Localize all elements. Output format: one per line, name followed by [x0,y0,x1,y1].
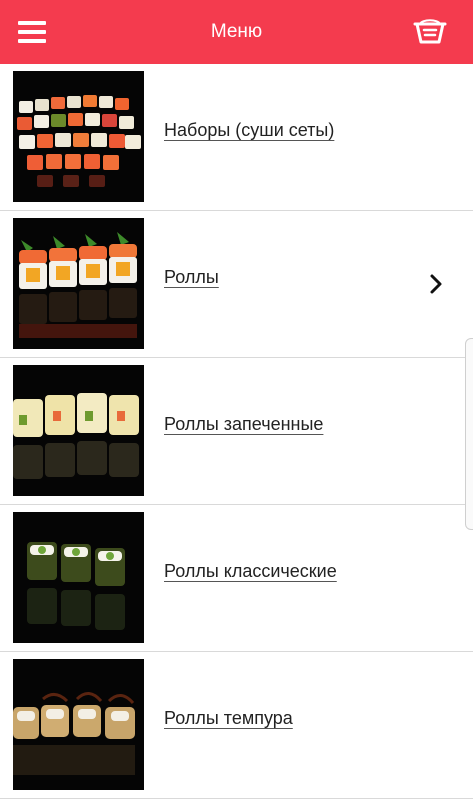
tempura-rolls-photo [13,659,144,790]
category-label: Роллы запеченные [164,414,324,434]
top-app-bar: Меню [0,0,473,64]
sushi-set-photo [13,71,144,202]
baked-rolls-photo [13,365,144,496]
page-title: Меню [210,21,263,42]
category-list: Наборы (суши сеты) Роллы Роллы запеченны… [0,64,473,799]
category-label: Роллы классические [164,561,337,581]
category-label: Наборы (суши сеты) [164,120,335,140]
category-item-tempura-rolls[interactable]: Роллы темпура [0,652,473,799]
category-label: Роллы темпура [164,708,293,728]
basket-icon[interactable] [413,17,447,45]
category-item-baked-rolls[interactable]: Роллы запеченные [0,358,473,505]
category-item-sets[interactable]: Наборы (суши сеты) [0,64,473,211]
chevron-right-icon[interactable] [428,273,444,295]
category-item-rolls[interactable]: Роллы [0,211,473,358]
hamburger-menu-icon[interactable] [18,20,46,44]
rolls-photo [13,218,144,349]
category-item-classic-rolls[interactable]: Роллы классические [0,505,473,652]
side-drawer-handle[interactable] [465,338,473,530]
app-screen: Меню Наборы (суши сеты) Роллы Роллы запе… [0,0,473,800]
classic-rolls-photo [13,512,144,643]
category-label: Роллы [164,267,219,287]
